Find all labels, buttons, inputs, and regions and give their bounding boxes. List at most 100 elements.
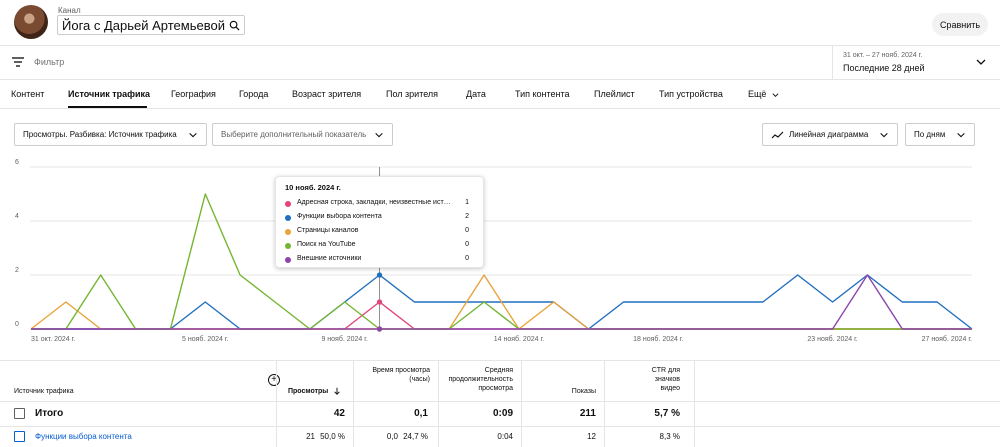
row-ctr: 8,3 % [659, 432, 680, 441]
chart-type-dropdown[interactable]: Линейная диаграмма [762, 123, 898, 146]
x-tick-label: 27 нояб. 2024 г. [922, 335, 972, 343]
tooltip-row: Внешние источники 0 [285, 254, 477, 266]
active-tab-indicator [68, 106, 147, 108]
tooltip-row-value: 0 [465, 255, 469, 262]
total-ctr: 5,7 % [654, 408, 680, 419]
dimension-tabs: Контент Источник трафика География Город… [0, 80, 1000, 109]
metric-dropdown-label: Просмотры. Разбивка: Источник трафика [23, 130, 177, 139]
tab-more[interactable]: Ещё [748, 89, 780, 99]
tooltip-date: 10 нояб. 2024 г. [285, 183, 341, 192]
row-impressions: 12 [587, 432, 596, 441]
chevron-down-icon [880, 132, 888, 138]
chart-type-label: Линейная диаграмма [789, 130, 869, 139]
series-line-3[interactable] [31, 193, 972, 330]
studio-header: Канал Йога с Дарьей Артемьевой Сравнить [0, 0, 1000, 46]
total-views: 42 [333, 408, 345, 419]
column-header-source[interactable]: Источник трафика [14, 387, 74, 396]
traffic-line-chart[interactable]: 0 2 4 6 31 окт. 2024 г. 5 нояб. 2024 г. 9 нояб… [0, 155, 1000, 350]
secondary-metric-dropdown[interactable]: Выберите дополнительный показатель [212, 123, 393, 146]
tab-device-type[interactable]: Тип устройства [659, 89, 723, 99]
row-views-pct: 50,0 % [320, 432, 345, 441]
channel-avatar[interactable] [14, 5, 48, 39]
legend-dot [285, 229, 291, 235]
tab-geography[interactable]: География [171, 89, 216, 99]
tooltip-row-label: Адресная строка, закладки, неизвестные и… [297, 199, 452, 206]
row-watch-time: 0,0 [386, 432, 398, 441]
x-tick-label: 31 окт. 2024 г. [31, 336, 75, 343]
total-checkbox[interactable] [14, 408, 25, 419]
highlight-point-4 [376, 326, 383, 332]
channel-caption: Канал [58, 6, 81, 15]
compare-button[interactable]: Сравнить [932, 13, 988, 36]
line-chart-icon [771, 131, 784, 139]
highlight-point-0 [376, 299, 383, 305]
date-range-picker[interactable]: 31 окт. – 27 нояб. 2024 г. Последние 28 … [832, 46, 1000, 80]
y-tick-label: 4 [15, 213, 19, 220]
total-label: Итого [35, 408, 64, 419]
filter-icon[interactable] [12, 57, 24, 67]
table-total-row: Итого 42 0,1 0:09 211 5,7 % [0, 402, 1000, 427]
sort-down-arrow-icon [334, 387, 340, 396]
y-tick-label: 2 [15, 267, 19, 274]
legend-dot [285, 257, 291, 263]
source-link[interactable]: Функции выбора контента [35, 432, 132, 441]
x-tick-label: 14 нояб. 2024 г. [494, 335, 544, 343]
column-header-views[interactable]: Просмотры [288, 387, 341, 396]
column-header-views-label: Просмотры [288, 388, 329, 395]
table-row: Функции выбора контента 21 50,0 % 0,0 24… [0, 427, 1000, 447]
metric-dropdown[interactable]: Просмотры. Разбивка: Источник трафика [14, 123, 207, 146]
tooltip-row: Адресная строка, закладки, неизвестные и… [285, 198, 477, 210]
tab-content[interactable]: Контент [11, 89, 44, 99]
tooltip-row: Страницы каналов 0 [285, 226, 477, 238]
tab-playlist[interactable]: Плейлист [594, 89, 635, 99]
chevron-down-icon [375, 132, 383, 138]
column-header-avg-duration[interactable]: Средняя продолжительность просмотра [447, 366, 513, 393]
y-tick-label: 0 [15, 321, 19, 328]
filter-input[interactable]: Фильтр [34, 57, 64, 67]
tab-viewer-gender[interactable]: Пол зрителя [386, 89, 438, 99]
tooltip-row-value: 0 [465, 241, 469, 248]
y-tick-label: 6 [15, 159, 19, 166]
chevron-down-icon [189, 132, 197, 138]
tooltip-row-label: Внешние источники [297, 255, 362, 262]
row-checkbox[interactable] [14, 431, 25, 442]
granularity-dropdown[interactable]: По дням [905, 123, 975, 146]
column-header-watch-time[interactable]: Время просмотра (часы) [360, 366, 430, 384]
add-column-icon[interactable]: + [268, 374, 280, 386]
tooltip-row-value: 1 [465, 199, 469, 206]
tab-date[interactable]: Дата [466, 89, 486, 99]
x-tick-label: 5 нояб. 2024 г. [182, 335, 229, 343]
date-range-text: 31 окт. – 27 нояб. 2024 г. [843, 52, 923, 59]
chevron-down-icon [976, 59, 986, 65]
total-impressions: 211 [579, 408, 596, 419]
total-avg-duration: 0:09 [492, 408, 513, 419]
column-header-ctr[interactable]: CTR для значков видео [640, 366, 680, 393]
legend-dot [285, 215, 291, 221]
tab-more-label: Ещё [748, 89, 767, 99]
channel-selector[interactable]: Йога с Дарьей Артемьевой [57, 15, 245, 35]
secondary-metric-label: Выберите дополнительный показатель [221, 130, 367, 139]
tab-traffic-source[interactable]: Источник трафика [68, 89, 150, 99]
chart-tooltip: 10 нояб. 2024 г. Адресная строка, заклад… [275, 176, 484, 268]
tooltip-row: Поиск на YouTube 0 [285, 240, 477, 252]
granularity-label: По дням [914, 130, 946, 139]
row-watch-pct: 24,7 % [403, 432, 428, 441]
search-icon[interactable] [229, 20, 240, 31]
x-tick-label: 23 нояб. 2024 г. [807, 335, 857, 343]
highlight-point-1 [376, 272, 383, 278]
legend-dot [285, 243, 291, 249]
tooltip-row-label: Страницы каналов [297, 227, 359, 234]
row-views: 21 [306, 432, 315, 441]
tooltip-row-value: 2 [465, 213, 469, 220]
traffic-source-table: Источник трафика + Просмотры Время просм… [0, 360, 1000, 447]
channel-name: Йога с Дарьей Артемьевой [62, 17, 225, 33]
tooltip-row-label: Функции выбора контента [297, 213, 382, 220]
chevron-down-icon [772, 92, 779, 97]
x-tick-label: 9 нояб. 2024 г. [321, 335, 368, 343]
tab-viewer-age[interactable]: Возраст зрителя [292, 89, 361, 99]
x-tick-label: 18 нояб. 2024 г. [633, 335, 683, 343]
chevron-down-icon [957, 132, 965, 138]
tab-content-type[interactable]: Тип контента [515, 89, 570, 99]
tab-cities[interactable]: Города [239, 89, 268, 99]
column-header-impressions[interactable]: Показы [540, 387, 596, 396]
